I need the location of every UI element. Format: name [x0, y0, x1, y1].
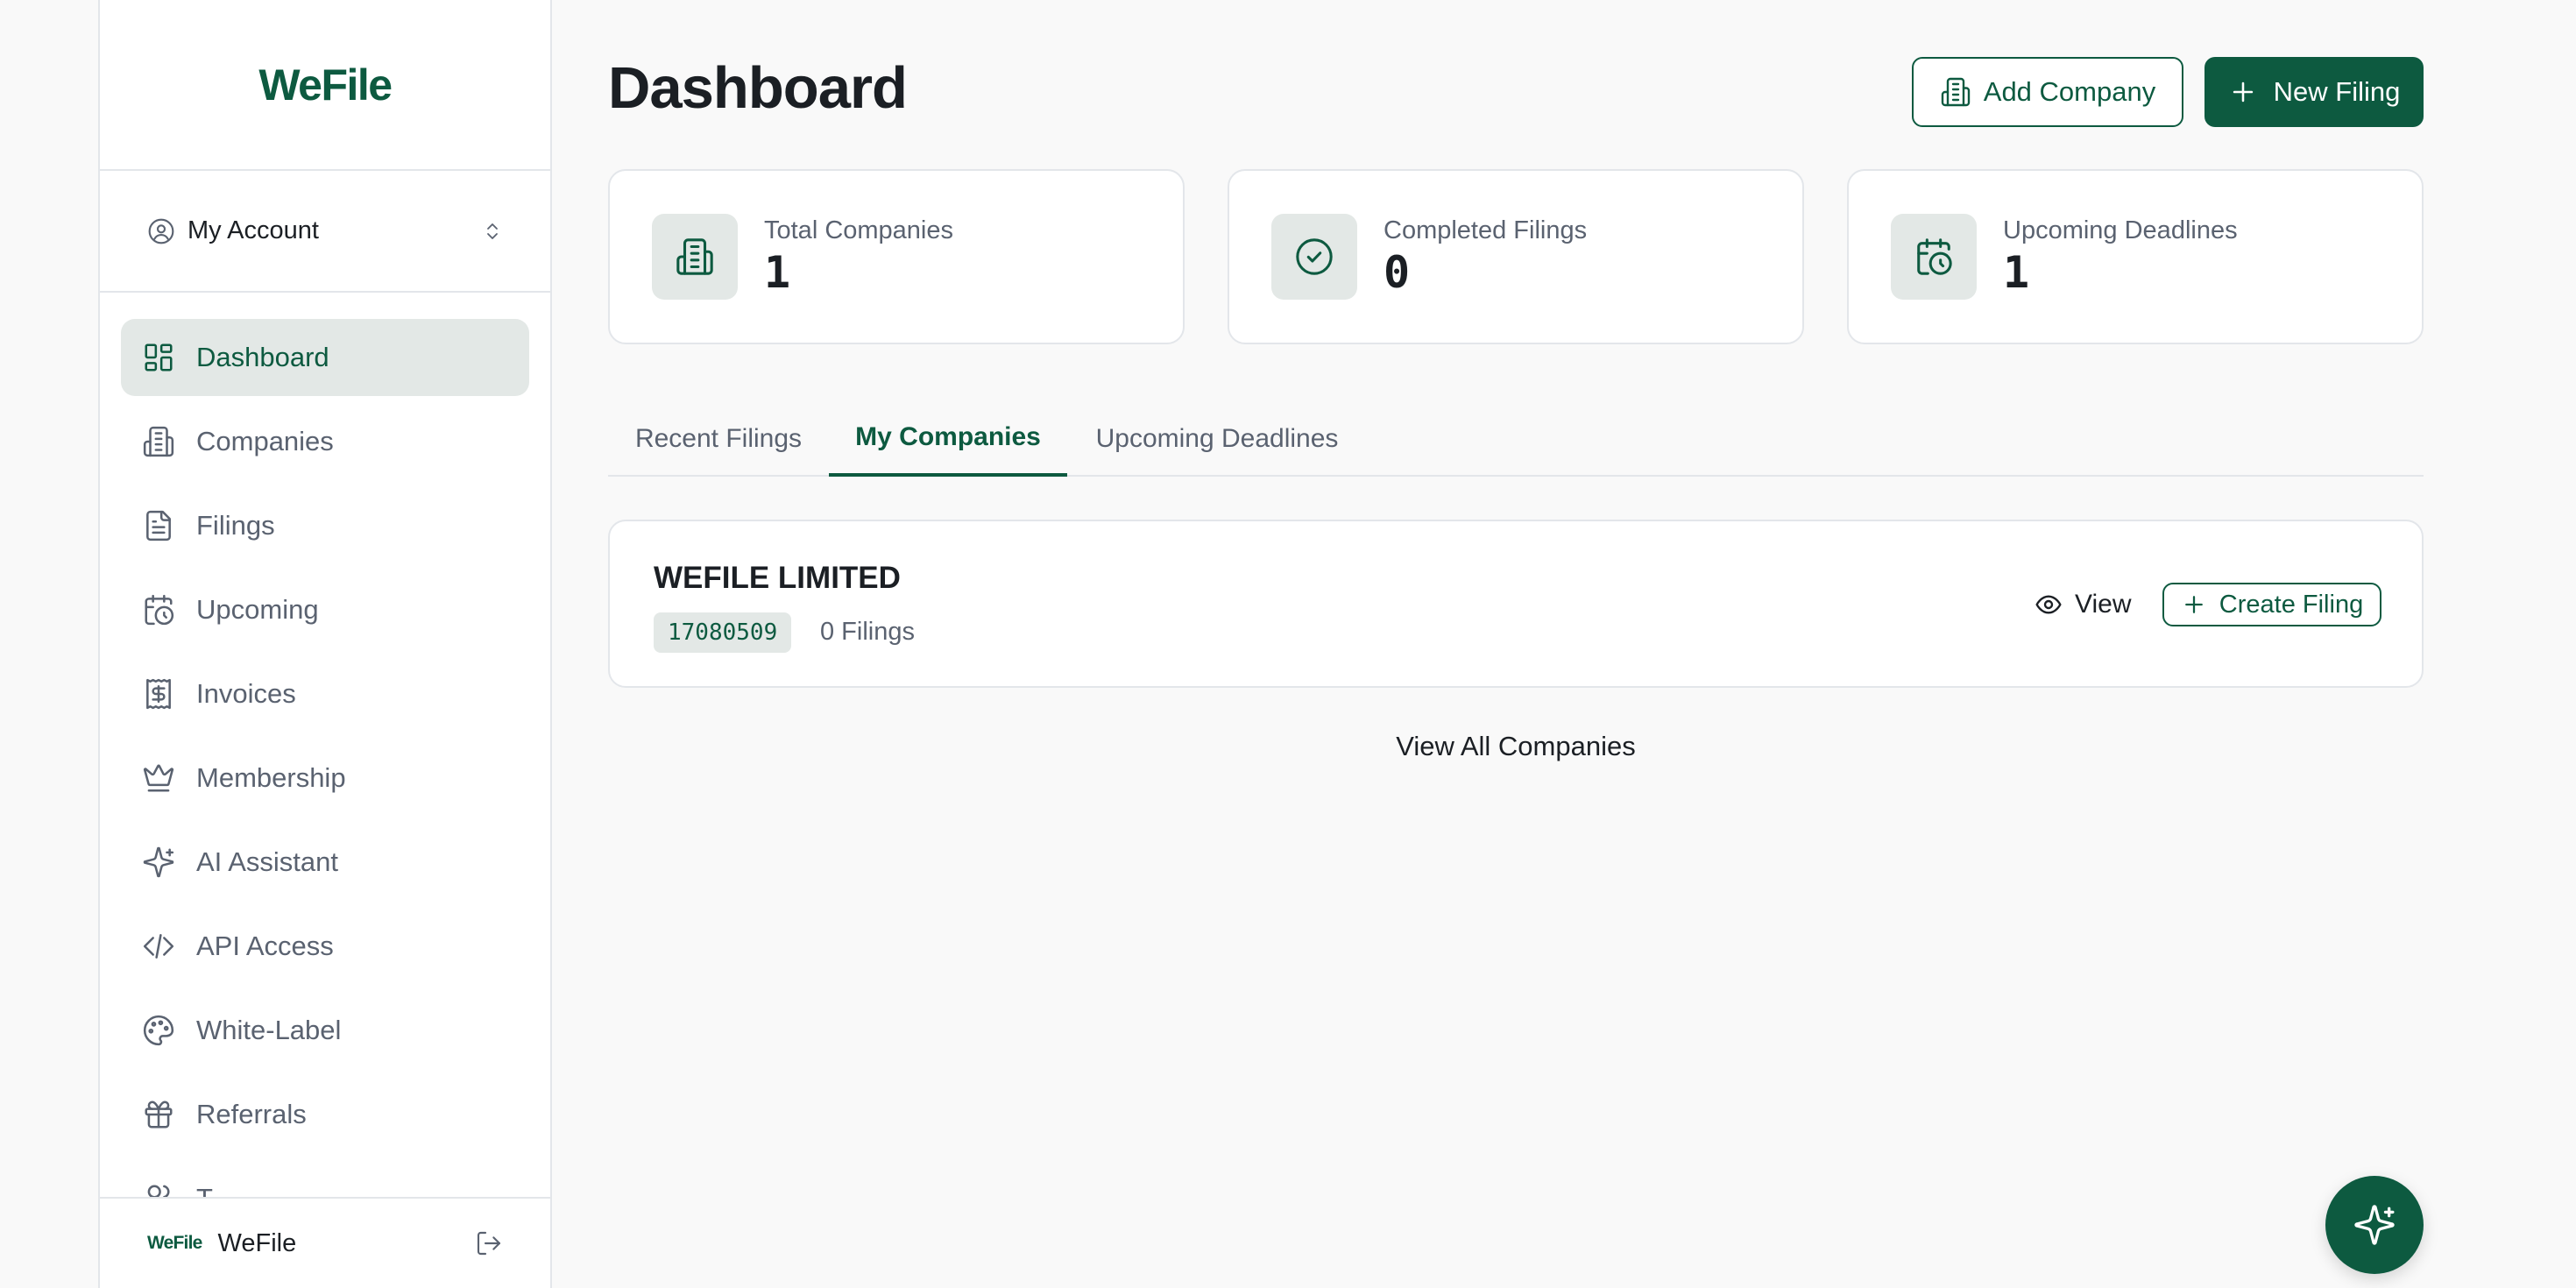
filing-count: 0 Filings [820, 618, 915, 646]
plus-icon [2228, 77, 2258, 107]
sidebar-item-label: Invoices [196, 678, 296, 709]
building-icon [1940, 76, 1971, 108]
code-icon [142, 930, 175, 963]
building-icon [675, 237, 715, 277]
new-filing-button[interactable]: New Filing [2204, 57, 2424, 127]
sidebar-item-membership[interactable]: Membership [121, 740, 529, 817]
gift-icon [142, 1098, 175, 1131]
sidebar-item-companies[interactable]: Companies [121, 403, 529, 480]
file-text-icon [142, 509, 175, 542]
stat-label: Total Companies [764, 216, 953, 244]
building-icon [142, 425, 175, 458]
tab-my-companies[interactable]: My Companies [829, 401, 1067, 477]
view-label: View [2075, 590, 2132, 619]
stat-label: Upcoming Deadlines [2003, 216, 2238, 244]
sidebar: WeFile My Account Dashboard Companies Fi… [98, 0, 552, 1288]
logo-area: WeFile [100, 0, 550, 171]
sidebar-item-label: Dashboard [196, 342, 329, 372]
check-circle-icon [1294, 237, 1334, 277]
layout-dashboard-icon [142, 341, 175, 374]
sidebar-item-label: AI Assistant [196, 846, 338, 877]
sidebar-item-label: Membership [196, 762, 346, 793]
sparkles-icon [2353, 1203, 2396, 1247]
account-label: My Account [188, 216, 319, 244]
plus-icon [2181, 591, 2207, 618]
stat-icon-box [1271, 214, 1357, 300]
logout-icon[interactable] [475, 1229, 503, 1257]
company-number-badge: 17080509 [654, 612, 792, 653]
sidebar-item-api-access[interactable]: API Access [121, 908, 529, 985]
create-filing-button[interactable]: Create Filing [2162, 583, 2381, 626]
sidebar-item-label: Companies [196, 426, 334, 456]
sidebar-footer: WeFile WeFile [100, 1197, 550, 1288]
stat-card-upcoming-deadlines: Upcoming Deadlines 1 [1847, 169, 2424, 344]
sidebar-item-label: White-Label [196, 1015, 342, 1045]
sidebar-item-dashboard[interactable]: Dashboard [121, 319, 529, 396]
palette-icon [142, 1014, 175, 1047]
logo[interactable]: WeFile [258, 60, 393, 110]
crown-icon [142, 761, 175, 795]
tab-bar: Recent Filings My Companies Upcoming Dea… [608, 401, 2424, 477]
footer-logo: WeFile [147, 1233, 202, 1253]
sidebar-item-label: API Access [196, 931, 334, 961]
chevrons-up-down-icon [482, 218, 503, 244]
create-filing-label: Create Filing [2219, 590, 2364, 619]
footer-account-name: WeFile [217, 1228, 297, 1257]
new-filing-label: New Filing [2273, 76, 2401, 107]
stat-value: 1 [2003, 246, 2030, 298]
ai-assistant-fab[interactable] [2325, 1176, 2424, 1274]
stat-value: 0 [1384, 246, 1411, 298]
view-company-button[interactable]: View [2035, 581, 2131, 628]
sidebar-item-filings[interactable]: Filings [121, 487, 529, 564]
user-circle-icon [147, 217, 175, 245]
stat-card-total-companies: Total Companies 1 [608, 169, 1185, 344]
eye-icon [2035, 591, 2063, 619]
page-title: Dashboard [608, 55, 908, 121]
company-card: WEFILE LIMITED 17080509 0 Filings View C… [608, 520, 2424, 688]
calendar-clock-icon [1914, 237, 1954, 277]
stat-label: Completed Filings [1384, 216, 1588, 244]
calendar-clock-icon [142, 593, 175, 626]
company-name: WEFILE LIMITED [654, 561, 901, 595]
sidebar-item-label: Filings [196, 510, 275, 541]
tab-recent-filings[interactable]: Recent Filings [608, 401, 829, 477]
stat-value: 1 [764, 246, 791, 298]
sidebar-item-ai-assistant[interactable]: AI Assistant [121, 824, 529, 901]
view-all-companies-link[interactable]: View All Companies [1341, 731, 1691, 762]
sidebar-item-label: Upcoming [196, 594, 319, 625]
add-company-label: Add Company [1983, 76, 2156, 107]
sidebar-item-referrals[interactable]: Referrals [121, 1076, 529, 1153]
add-company-button[interactable]: Add Company [1912, 57, 2183, 127]
sidebar-item-invoices[interactable]: Invoices [121, 655, 529, 732]
stat-card-completed-filings: Completed Filings 0 [1228, 169, 1804, 344]
sidebar-nav: Dashboard Companies Filings Upcoming Inv… [100, 293, 550, 1237]
sidebar-item-white-label[interactable]: White-Label [121, 992, 529, 1069]
sparkles-icon [142, 846, 175, 879]
stat-icon-box [652, 214, 738, 300]
tab-upcoming-deadlines[interactable]: Upcoming Deadlines [1067, 401, 1367, 477]
stat-icon-box [1891, 214, 1977, 300]
sidebar-item-upcoming[interactable]: Upcoming [121, 571, 529, 648]
receipt-dollar-icon [142, 677, 175, 711]
account-switcher[interactable]: My Account [100, 171, 550, 293]
sidebar-item-label: Referrals [196, 1099, 307, 1129]
